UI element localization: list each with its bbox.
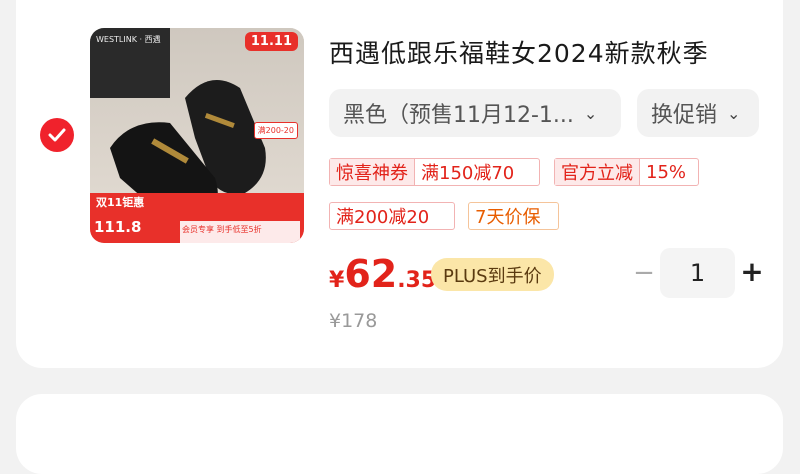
guarantee-tag: 7天价保 [468, 202, 559, 230]
product-title[interactable]: 西遇低跟乐福鞋女2024新款秋季 [329, 34, 769, 70]
checkmark-icon [48, 128, 66, 142]
current-price: ¥ 62 .35 [329, 252, 436, 296]
discount-tag-value: 15% [646, 161, 687, 183]
decrease-quantity-button[interactable]: − [630, 258, 658, 288]
promo-label: 换促销 [651, 103, 718, 128]
thumb-brand: WESTLINK · 西遇 [96, 35, 161, 44]
plus-price-badge: PLUS到手价 [431, 258, 554, 291]
thumb-bottom-title: 双11钜惠 [96, 196, 145, 209]
quantity-field[interactable]: 1 [660, 248, 735, 298]
promo-selector[interactable]: 换促销 ⌄ [637, 89, 759, 137]
reduce-tag: 满200减20 [329, 202, 455, 230]
price-integer: 62 [344, 252, 398, 296]
increase-quantity-button[interactable]: + [738, 256, 766, 288]
thumb-bottom-price: 111.8 [94, 218, 142, 236]
coupon-tag: 惊喜神券 满150减70 [329, 158, 540, 186]
spec-label: 黑色（预售11月12-1... [343, 103, 574, 128]
reduce-tag-label: 满200减20 [336, 207, 430, 228]
chevron-down-icon: ⌄ [583, 103, 598, 123]
guarantee-tag-label: 7天价保 [475, 207, 541, 228]
next-cart-card [16, 394, 783, 474]
discount-tag: 官方立减 15% [554, 158, 699, 186]
thumb-mini-tag: 满200-20 [253, 122, 298, 139]
product-thumbnail[interactable]: WESTLINK · 西遇 11.11 满200-20 双11钜惠 111.8 … [90, 28, 304, 243]
discount-tag-label: 官方立减 [555, 159, 640, 185]
spec-selector[interactable]: 黑色（预售11月12-1... ⌄ [329, 89, 621, 137]
chevron-down-icon: ⌄ [727, 103, 741, 123]
thumb-badge: 11.11 [244, 32, 298, 51]
price-symbol: ¥ [329, 268, 345, 293]
item-checkbox[interactable] [40, 118, 74, 152]
coupon-tag-label: 惊喜神券 [330, 159, 415, 185]
coupon-tag-value: 满150减70 [421, 163, 515, 184]
thumb-bottom-note: 会员专享 到手低至5折 [182, 225, 262, 234]
original-price: ¥178 [329, 310, 378, 332]
